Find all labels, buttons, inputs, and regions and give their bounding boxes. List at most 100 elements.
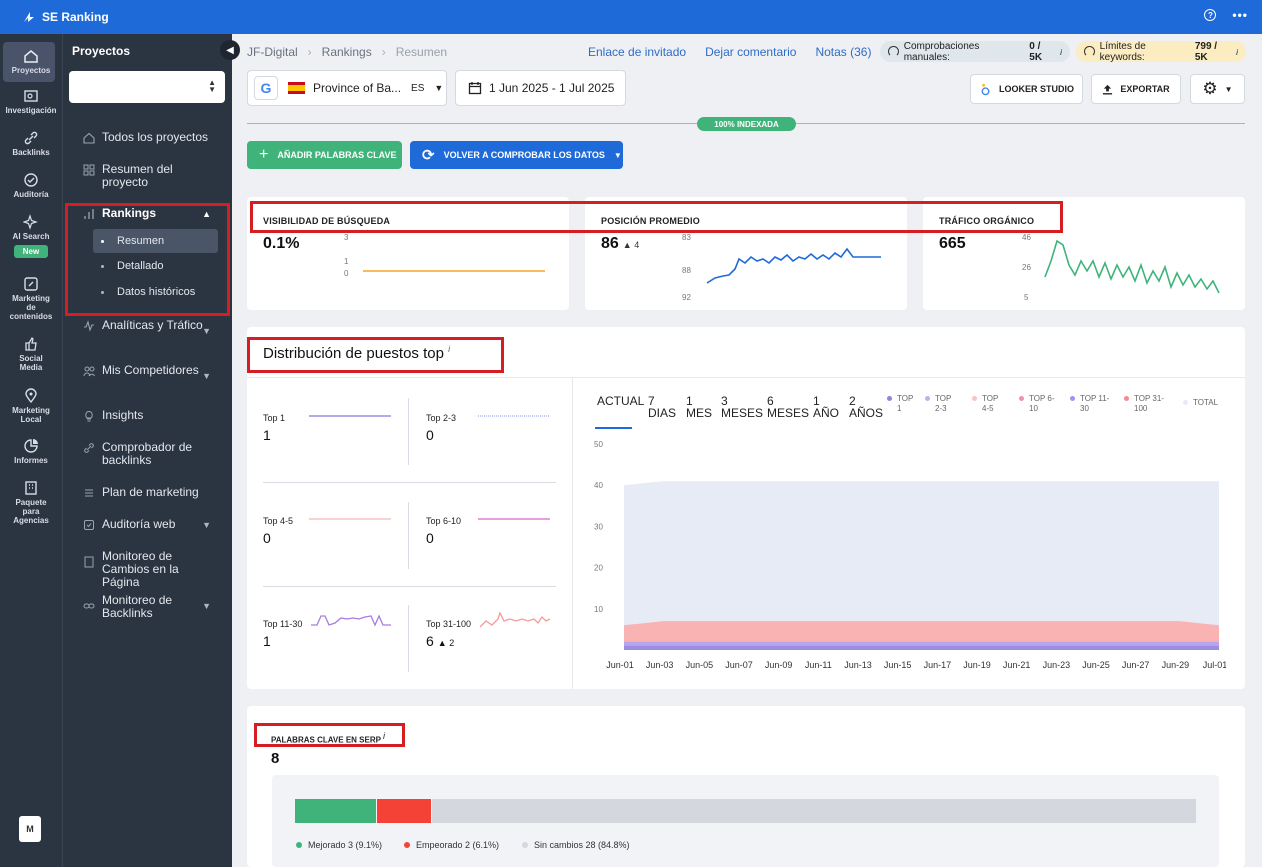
- sidebar-item-label: Rankings: [102, 206, 157, 220]
- axis-label: 26: [1022, 263, 1031, 272]
- rail-label: Informes: [14, 456, 48, 465]
- sidebar-subitem-detallado[interactable]: Detallado: [93, 254, 218, 278]
- serp-bar-unchanged[interactable]: [431, 799, 1196, 823]
- rail-item-auditoria[interactable]: Auditoría: [0, 172, 62, 199]
- rail-item-marketing-local[interactable]: Marketing Local: [0, 388, 62, 424]
- breadcrumb-rankings[interactable]: Rankings: [322, 45, 372, 59]
- breadcrumb-project[interactable]: JF-Digital: [247, 45, 298, 59]
- distribution-cell-top1[interactable]: Top 1 1: [263, 413, 393, 453]
- rail-item-proyectos[interactable]: Proyectos: [0, 42, 62, 82]
- sparkle-icon: [23, 214, 38, 230]
- visibility-title: VISIBILIDAD DE BÚSQUEDA: [263, 216, 391, 226]
- chevron-down-icon: ▼: [202, 601, 211, 611]
- x-tick-label: Jun-19: [963, 660, 991, 670]
- leave-comment-link[interactable]: Dejar comentario: [705, 45, 796, 59]
- app-logo[interactable]: SE Ranking: [22, 10, 109, 24]
- legend-label: TOTAL: [1193, 398, 1219, 407]
- cell-sparkline: [480, 611, 551, 628]
- help-circle-icon[interactable]: ?: [1204, 9, 1217, 21]
- distribution-cell-top4-5[interactable]: Top 4-5 0: [263, 516, 393, 556]
- position-number: 86: [601, 235, 619, 252]
- tab-1-mes[interactable]: 1 MES: [686, 395, 712, 419]
- looker-icon: [981, 83, 990, 95]
- rail-item-paquete-agencias[interactable]: Paquete para Agencias: [0, 480, 62, 525]
- sidebar-item-label: Plan de marketing: [102, 485, 199, 499]
- avatar[interactable]: M: [19, 816, 41, 842]
- breadcrumb: JF-Digital › Rankings › Resumen: [247, 45, 447, 59]
- manual-checks-pill[interactable]: Comprobaciones manuales: 0 / 5K i: [880, 40, 1070, 63]
- serp-title: PALABRAS CLAVE EN SERP i: [271, 731, 385, 745]
- cell-sparkline: [309, 518, 391, 520]
- date-range-picker[interactable]: 1 Jun 2025 - 1 Jul 2025: [455, 70, 626, 106]
- collapse-sidebar-button[interactable]: ◀: [220, 40, 240, 60]
- rail-item-ai-search[interactable]: AI Search New: [0, 214, 62, 258]
- distribution-cell-top11-30[interactable]: Top 11-30 1: [263, 614, 393, 659]
- distribution-cell-top31-100[interactable]: Top 31-100 6 ▲ 2: [426, 611, 556, 659]
- calendar-icon: [468, 82, 482, 95]
- sidebar-subitem-datos-historicos[interactable]: Datos históricos: [93, 280, 218, 304]
- x-tick-label: Jul-01: [1203, 660, 1226, 670]
- tab-3-meses[interactable]: 3 MESES: [721, 395, 763, 419]
- language-label: ES: [411, 82, 425, 94]
- more-dots-icon[interactable]: •••: [1232, 8, 1248, 22]
- sidebar-item-label: Monitoreo de Cambios en la Página: [102, 549, 179, 589]
- home-outline-icon: [83, 132, 95, 144]
- tab-actual[interactable]: ACTUAL: [597, 395, 644, 407]
- activity-icon: [84, 320, 94, 332]
- manual-checks-label: Comprobaciones manuales:: [903, 40, 980, 63]
- sidebar-item-label: Resumen del proyecto: [102, 162, 173, 189]
- sidebar-title: Proyectos: [72, 44, 131, 58]
- notes-link[interactable]: Notas (36): [815, 45, 871, 59]
- upload-icon: [1103, 84, 1113, 95]
- distribution-cell-top2-3[interactable]: Top 2-3 0: [426, 413, 556, 453]
- sidebar-item-label: Comprobador de backlinks: [102, 440, 193, 467]
- sidebar-subitem-resumen[interactable]: Resumen: [93, 229, 218, 253]
- edit-icon: [24, 277, 38, 291]
- tab-2-anos[interactable]: 2 AÑOS: [849, 395, 883, 419]
- rail-label: Proyectos: [11, 66, 51, 75]
- distribution-area-chart: 10 20 30 40 50 Jun-01 Jun-03 Jun-05 Jun-07 Jun-09…: [594, 440, 1226, 670]
- axis-label: 88: [682, 266, 691, 275]
- rail-item-marketing-contenidos[interactable]: Marketing de contenidos: [0, 276, 62, 321]
- rail-item-social-media[interactable]: Social Media: [0, 336, 62, 372]
- cell-label: Top 6-10: [426, 516, 462, 526]
- export-button[interactable]: EXPORTAR: [1091, 74, 1181, 104]
- cell-value: 0: [426, 530, 434, 546]
- spain-flag-icon: [288, 82, 305, 94]
- x-tick-label: Jun-27: [1122, 660, 1150, 670]
- guest-link[interactable]: Enlace de invitado: [588, 45, 686, 59]
- location-selector[interactable]: G Province of Ba... ES ▼: [247, 70, 447, 106]
- add-keywords-button[interactable]: + AÑADIR PALABRAS CLAVE: [247, 141, 402, 169]
- rail-item-backlinks[interactable]: Backlinks: [0, 130, 62, 157]
- legend-label: Sin cambios 28 (84.8%): [534, 840, 630, 850]
- keyword-limits-pill[interactable]: Límites de keywords: 799 / 5K i: [1076, 41, 1246, 63]
- traffic-sparkline: [1044, 239, 1220, 294]
- se-ranking-logo-icon: [24, 12, 34, 22]
- axis-label: 1: [344, 257, 349, 266]
- manual-checks-value: 0 / 5K: [1029, 40, 1043, 63]
- looker-studio-button[interactable]: LOOKER STUDIO: [970, 74, 1083, 104]
- y-tick-label: 50: [594, 440, 603, 449]
- projects-sidebar: Proyectos ▲ ▼ Todos los proyectos Resumen…: [62, 34, 232, 867]
- x-tick-label: Jun-15: [884, 660, 912, 670]
- serp-bar-improved[interactable]: [295, 799, 376, 823]
- project-select[interactable]: ▲ ▼: [69, 71, 225, 103]
- app-name: SE Ranking: [42, 10, 109, 24]
- divider: [247, 377, 1245, 378]
- settings-button[interactable]: ⚙ ▼: [1190, 74, 1245, 104]
- header-links: Enlace de invitado Dejar comentario Nota…: [588, 45, 871, 59]
- info-icon: i: [1236, 46, 1238, 57]
- tab-6-meses[interactable]: 6 MESES: [767, 395, 809, 419]
- legend-label: Mejorado 3 (9.1%): [308, 840, 383, 850]
- tab-1-ano[interactable]: 1 AÑO: [813, 395, 839, 419]
- tab-7-dias[interactable]: 7 DIAS: [648, 395, 676, 419]
- new-badge: New: [13, 245, 49, 258]
- cell-label: Top 1: [263, 413, 286, 423]
- serp-bar-declined[interactable]: [377, 799, 431, 823]
- axis-label: 92: [682, 293, 691, 302]
- rail-item-investigacion[interactable]: Investigación: [0, 88, 62, 115]
- distribution-cell-top6-10[interactable]: Top 6-10 0: [426, 516, 556, 556]
- rail-label: AI Search: [12, 232, 50, 241]
- rail-item-informes[interactable]: Informes: [0, 438, 62, 465]
- recheck-data-button[interactable]: ⟳ VOLVER A COMPROBAR LOS DATOS ▼: [410, 141, 623, 169]
